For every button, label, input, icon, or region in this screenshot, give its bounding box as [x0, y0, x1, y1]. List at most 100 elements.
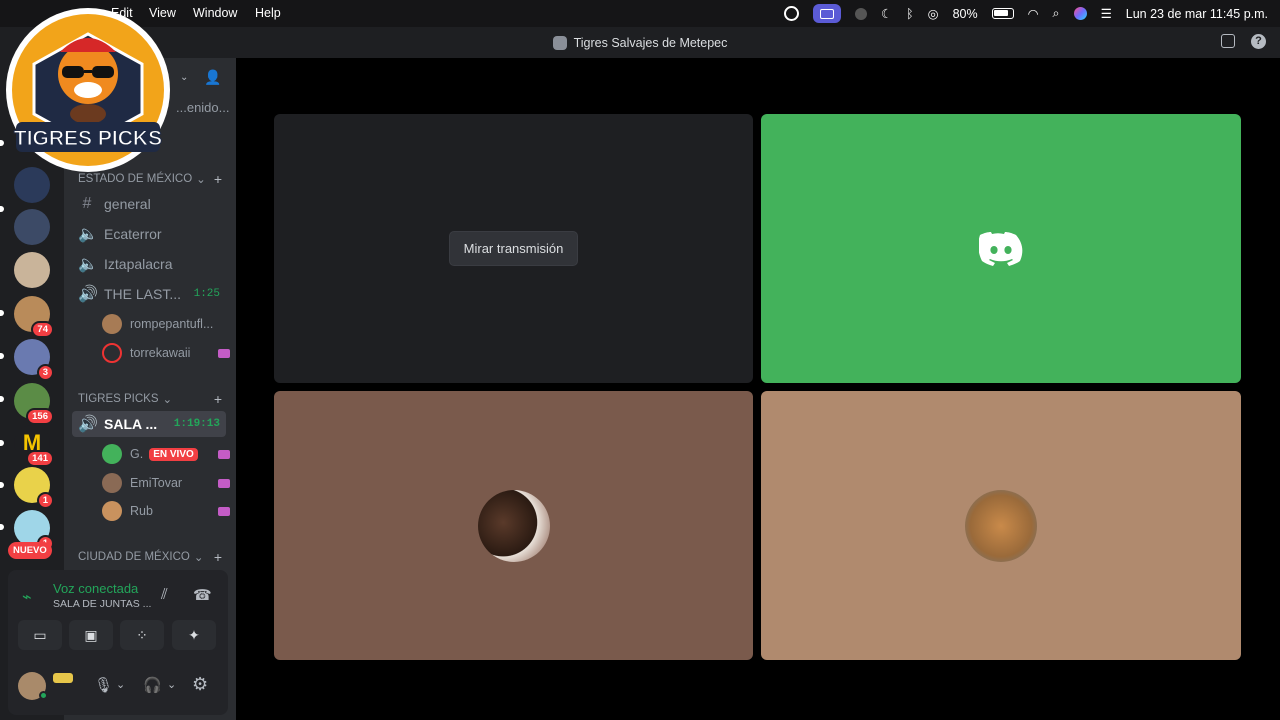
server-icon-3[interactable] [14, 252, 50, 288]
avatar [965, 489, 1037, 562]
voice-user[interactable]: G. EN VIVO [102, 442, 232, 466]
voice-status[interactable]: Voz conectada [53, 581, 138, 596]
help-icon[interactable]: ? [1251, 34, 1266, 49]
discord-logo-icon [979, 231, 1023, 266]
channel-iztapalacra[interactable]: 🔈 Iztapalacra [72, 251, 226, 277]
soundboard-button[interactable]: ✦ [172, 620, 216, 650]
menu-window[interactable]: Window [193, 6, 237, 20]
channel-label: SALA ... [104, 416, 158, 432]
menu-help[interactable]: Help [255, 6, 281, 20]
mention-badge: 1 [36, 492, 54, 509]
bluetooth-icon[interactable]: ᛒ [906, 7, 914, 21]
watch-stream-button[interactable]: Mirar transmisión [448, 231, 579, 266]
channel-label: general [104, 196, 151, 212]
channel-general[interactable]: # general [72, 191, 226, 217]
voice-channel-name[interactable]: SALA DE JUNTAS ... [53, 598, 151, 610]
chevron-down-icon: ⌄ [196, 174, 206, 186]
control-center-icon[interactable]: ☰ [1101, 6, 1112, 21]
battery-icon[interactable] [991, 8, 1014, 19]
unread-pip [0, 353, 4, 359]
screen-share-icon [218, 478, 230, 488]
participant-tile-discord[interactable] [761, 114, 1241, 383]
new-badge[interactable]: NUEVO [8, 542, 52, 559]
channel-sala-active[interactable]: 🔊 SALA ... 1:19:13 [72, 411, 226, 437]
gear-icon[interactable]: ⚙ [192, 674, 208, 695]
voice-user[interactable]: torrekawaii [102, 341, 232, 365]
server-icon-4[interactable]: 74 [14, 296, 54, 338]
server-icon-9[interactable]: 1 [14, 510, 54, 552]
chevron-down-icon[interactable]: ⌄ [180, 72, 188, 83]
server-icon-6[interactable]: 156 [14, 383, 54, 425]
channel-ecaterror[interactable]: 🔈 Ecaterror [72, 221, 226, 247]
add-channel-icon[interactable]: + [214, 549, 222, 565]
live-badge: EN VIVO [149, 447, 198, 461]
airdrop-icon[interactable]: ◎ [928, 6, 939, 21]
window-title: Tigres Salvajes de Metepec [573, 35, 728, 50]
category-label: TIGRES PICKS [78, 393, 159, 405]
logo-text: TIGRES PICKS [14, 127, 162, 150]
voice-user-name: rompepantufl... [130, 317, 214, 331]
screen-share-status-icon[interactable] [812, 4, 841, 23]
noise-suppression-icon[interactable]: ⫽ [161, 586, 168, 603]
screen-share-icon [218, 449, 230, 459]
activities-button[interactable]: ⁘ [120, 620, 164, 650]
participant-tile[interactable] [761, 391, 1241, 660]
window-title-bar: Tigres Salvajes de Metepec ? [0, 27, 1280, 58]
server-icon-5[interactable]: 3 [14, 339, 54, 381]
channel-the-last[interactable]: 🔊 THE LAST... 1:25 [72, 281, 226, 307]
camera-off-button[interactable]: ▭ [18, 620, 62, 650]
disconnect-icon[interactable]: ☎ [193, 586, 212, 604]
screen-share-button[interactable]: ▣ [69, 620, 113, 650]
channel-label: THE LAST... [104, 286, 182, 302]
headphones-icon[interactable]: 🎧 [143, 676, 162, 694]
voice-user[interactable]: rompepantufl... [102, 312, 232, 336]
voice-user[interactable]: Rub [102, 499, 232, 523]
search-icon[interactable]: ⌕ [1053, 6, 1060, 21]
avatar [477, 489, 550, 562]
add-channel-icon[interactable]: + [214, 171, 222, 187]
participant-tile[interactable] [274, 391, 753, 660]
speaker-active-icon: 🔊 [78, 286, 98, 303]
channel-label: Iztapalacra [104, 256, 173, 272]
activities-icon: ⁘ [136, 626, 148, 643]
category-label: CIUDAD DE MÉXICO [78, 551, 190, 563]
clock[interactable]: Lun 23 de mar 11:45 p.m. [1126, 7, 1268, 21]
category-ciudad-de-mexico[interactable]: CIUDAD DE MÉXICO ⌄ + [78, 549, 228, 565]
battery-percent: 80% [952, 6, 978, 21]
username-emoji-icon [53, 673, 73, 683]
screen-share-icon: ▣ [84, 626, 98, 643]
add-channel-icon[interactable]: + [214, 391, 222, 407]
microphone-icon[interactable]: 🎙 [94, 676, 113, 694]
avatar [102, 473, 122, 493]
avatar [102, 444, 122, 464]
inbox-icon[interactable] [1221, 34, 1235, 48]
signal-icon[interactable]: ⌁ [22, 587, 32, 607]
avatar [102, 343, 122, 363]
video-stage: Mirar transmisión [236, 58, 1280, 720]
invite-user-icon[interactable]: 👤 [204, 69, 221, 86]
online-status-icon [39, 691, 48, 700]
voice-panel: ⌁ Voz conectada SALA DE JUNTAS ... ⫽ ☎ ▭… [8, 570, 228, 715]
voice-user[interactable]: EmiTovar [102, 471, 232, 495]
wifi-icon[interactable]: ◠ [1028, 6, 1039, 21]
stream-tile[interactable]: Mirar transmisión [274, 114, 753, 383]
category-tigres-picks[interactable]: TIGRES PICKS ⌄ + [78, 391, 228, 407]
voice-user-name: torrekawaii [130, 346, 191, 360]
screen-share-icon [218, 506, 230, 516]
unread-pip [0, 396, 4, 402]
server-icon-8[interactable]: 1 [14, 467, 54, 509]
voice-user-name: Rub [130, 504, 153, 518]
focus-moon-icon[interactable]: ☾ [881, 6, 892, 21]
voice-timer: 1:25 [193, 288, 220, 300]
copilot-icon[interactable] [783, 6, 799, 21]
chevron-down-icon[interactable]: ⌄ [116, 678, 125, 691]
siri-icon[interactable] [1073, 7, 1087, 20]
chevron-down-icon[interactable]: ⌄ [167, 678, 176, 691]
unread-pip [0, 206, 4, 212]
server-icon-7[interactable]: M 141 [14, 425, 54, 467]
channel-label: Ecaterror [104, 226, 162, 242]
mention-badge: 3 [36, 364, 54, 381]
server-icon-2[interactable] [14, 209, 50, 245]
record-icon[interactable] [854, 7, 867, 20]
voice-timer: 1:19:13 [173, 418, 220, 430]
